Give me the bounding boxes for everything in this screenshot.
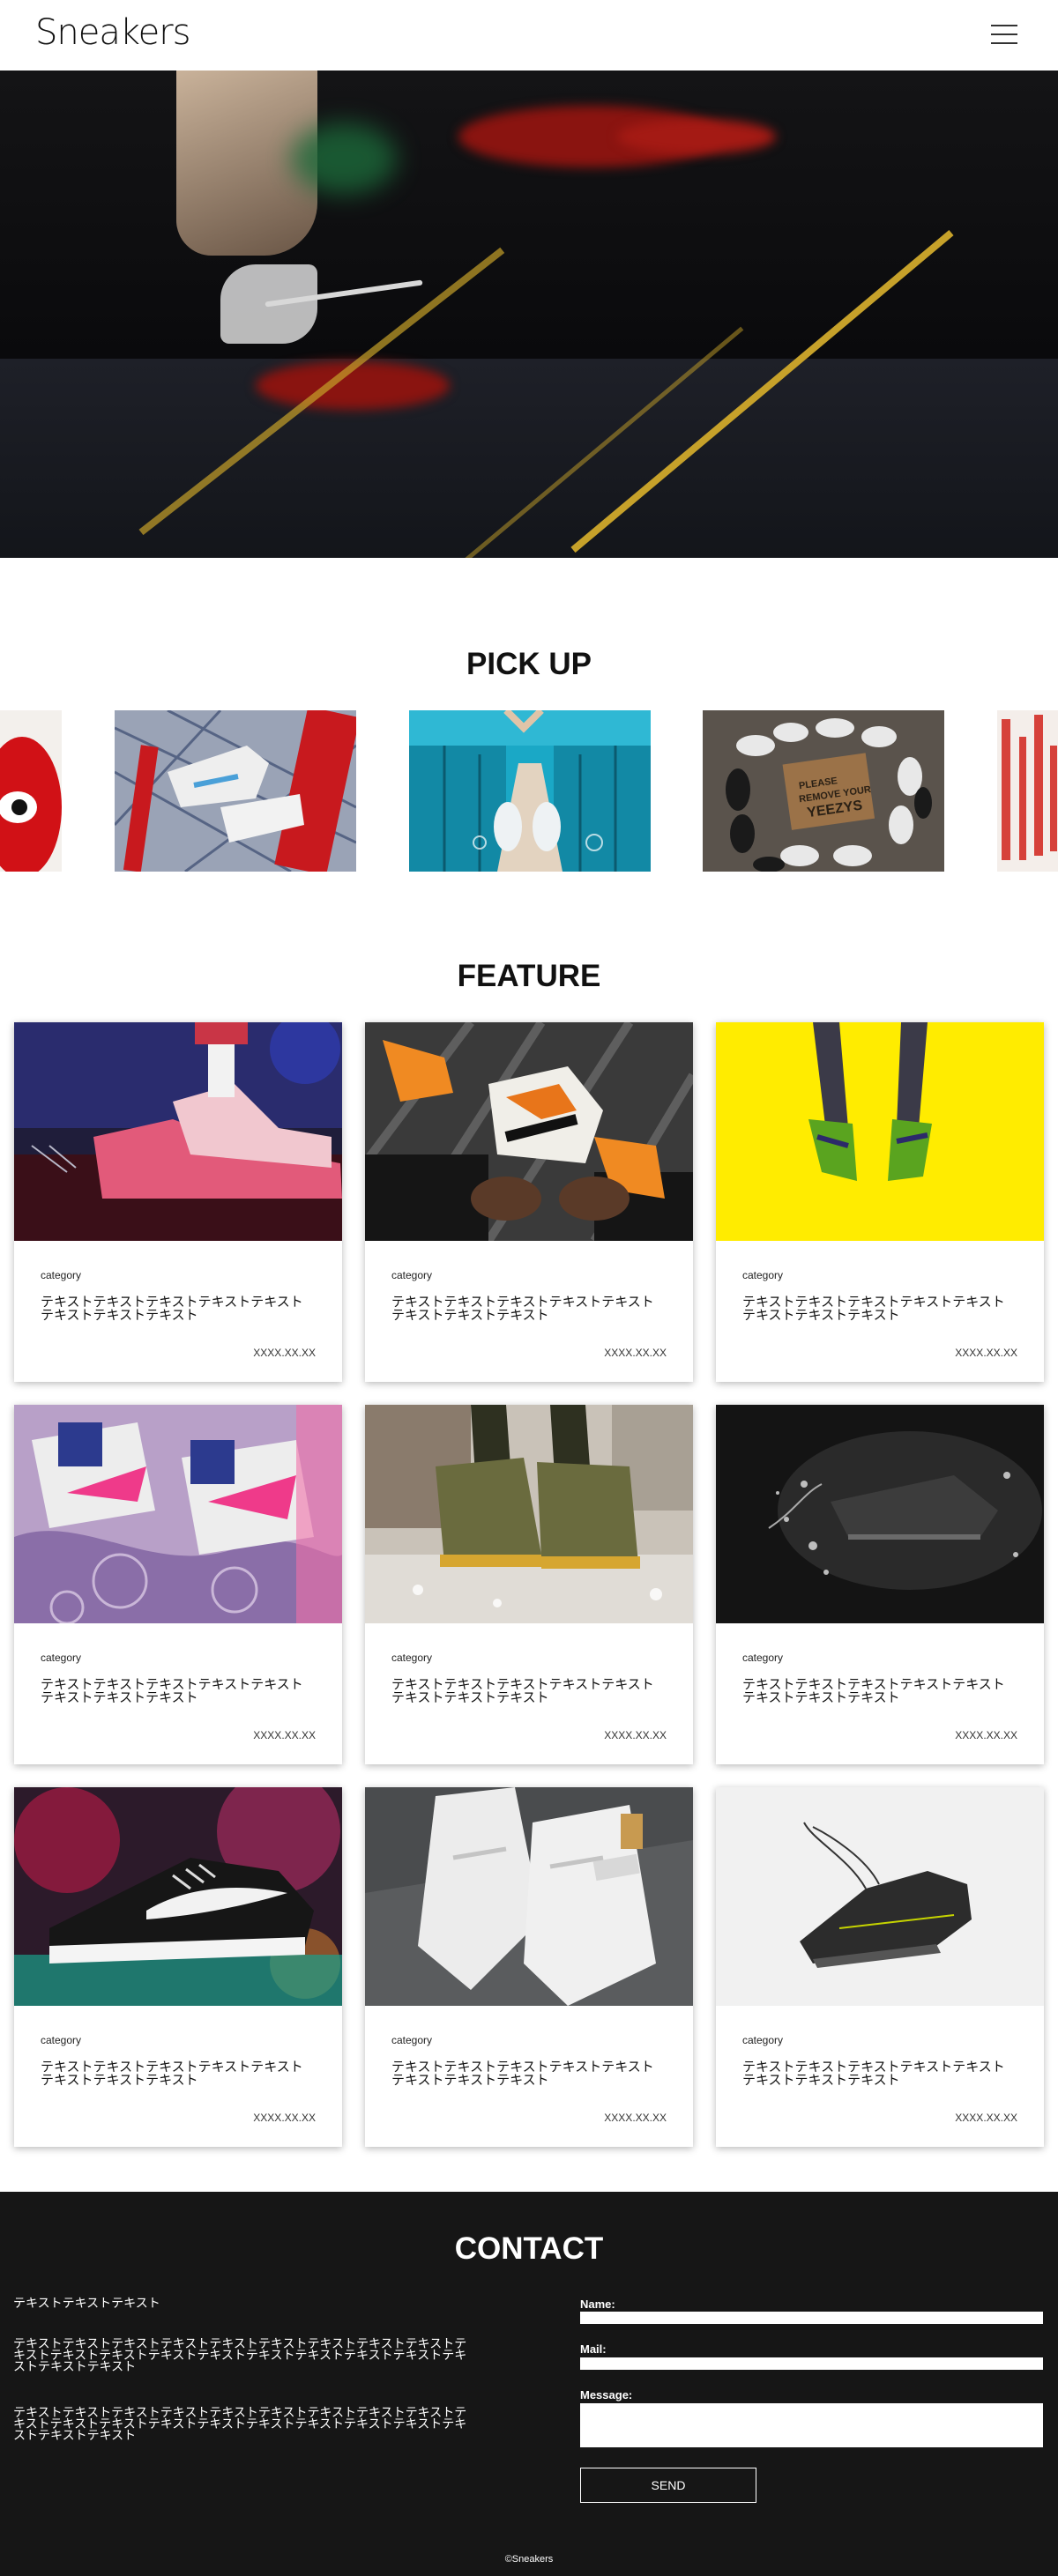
card-category: category	[41, 1269, 82, 1281]
feature-card-image[interactable]	[365, 1022, 693, 1241]
pickup-image-5[interactable]	[997, 710, 1058, 872]
name-field[interactable]	[580, 2312, 1043, 2324]
contact-section: CONTACT テキストテキストテキスト テキストテキストテキストテキストテキス…	[0, 2192, 1058, 2576]
card-date: XXXX.XX.XX	[955, 2112, 1017, 2124]
pickup-image-2[interactable]	[115, 710, 356, 872]
feature-card-image[interactable]	[716, 1787, 1044, 2006]
card-title[interactable]: テキストテキストテキストテキストテキストテキストテキストテキスト	[41, 1678, 314, 1704]
mail-field[interactable]	[580, 2357, 1043, 2370]
feature-card-image[interactable]	[716, 1405, 1044, 1623]
feature-card-image[interactable]	[716, 1022, 1044, 1241]
card-date: XXXX.XX.XX	[604, 1347, 667, 1359]
card-title[interactable]: テキストテキストテキストテキストテキストテキストテキストテキスト	[41, 1295, 314, 1322]
hamburger-menu-icon[interactable]	[989, 21, 1019, 48]
card-category: category	[41, 1652, 82, 1664]
card-title[interactable]: テキストテキストテキストテキストテキストテキストテキストテキスト	[391, 1678, 665, 1704]
card-date: XXXX.XX.XX	[955, 1347, 1017, 1359]
feature-card[interactable]: category テキストテキストテキストテキストテキストテキストテキストテキス…	[14, 1787, 342, 2147]
card-category: category	[391, 1269, 433, 1281]
feature-card[interactable]: category テキストテキストテキストテキストテキストテキストテキストテキス…	[14, 1022, 342, 1382]
card-category: category	[391, 2034, 433, 2046]
send-button[interactable]: SEND	[580, 2468, 756, 2503]
card-category: category	[742, 1652, 784, 1664]
card-title[interactable]: テキストテキストテキストテキストテキストテキストテキストテキスト	[742, 1295, 1016, 1322]
feature-card[interactable]: category テキストテキストテキストテキストテキストテキストテキストテキス…	[716, 1405, 1044, 1764]
feature-card[interactable]: category テキストテキストテキストテキストテキストテキストテキストテキス…	[365, 1405, 693, 1764]
feature-card[interactable]: category テキストテキストテキストテキストテキストテキストテキストテキス…	[716, 1022, 1044, 1382]
feature-card[interactable]: category テキストテキストテキストテキストテキストテキストテキストテキス…	[716, 1787, 1044, 2147]
name-label: Name:	[580, 2298, 615, 2311]
card-title[interactable]: テキストテキストテキストテキストテキストテキストテキストテキスト	[742, 2060, 1016, 2087]
contact-paragraph: テキストテキストテキストテキストテキストテキストテキストテキストテキストテキスト…	[13, 2405, 467, 2442]
feature-card[interactable]: category テキストテキストテキストテキストテキストテキストテキストテキス…	[365, 1022, 693, 1382]
card-date: XXXX.XX.XX	[253, 1729, 316, 1741]
feature-card-image[interactable]	[365, 1787, 693, 2006]
pickup-title: PICK UP	[466, 647, 592, 681]
card-category: category	[391, 1652, 433, 1664]
mail-label: Mail:	[580, 2342, 607, 2356]
card-date: XXXX.XX.XX	[253, 1347, 316, 1359]
card-category: category	[41, 2034, 82, 2046]
feature-card[interactable]: category テキストテキストテキストテキストテキストテキストテキストテキス…	[14, 1405, 342, 1764]
contact-title: CONTACT	[454, 2231, 604, 2266]
card-title[interactable]: テキストテキストテキストテキストテキストテキストテキストテキスト	[742, 1678, 1016, 1704]
card-title[interactable]: テキストテキストテキストテキストテキストテキストテキストテキスト	[391, 2060, 665, 2087]
pickup-image-1[interactable]	[0, 710, 62, 872]
feature-title: FEATURE	[457, 959, 601, 993]
pickup-image-3[interactable]	[409, 710, 651, 872]
pickup-image-4[interactable]: PLEASE REMOVE YOUR YEEZYS	[703, 710, 944, 872]
site-header: Sneakers	[0, 0, 1058, 71]
card-title[interactable]: テキストテキストテキストテキストテキストテキストテキストテキスト	[41, 2060, 314, 2087]
card-category: category	[742, 1269, 784, 1281]
card-date: XXXX.XX.XX	[604, 1729, 667, 1741]
feature-card-image[interactable]	[14, 1787, 342, 2006]
feature-card-image[interactable]	[14, 1022, 342, 1241]
contact-paragraph: テキストテキストテキストテキストテキストテキストテキストテキストテキストテキスト…	[13, 2336, 467, 2373]
feature-card-image[interactable]	[365, 1405, 693, 1623]
card-date: XXXX.XX.XX	[955, 1729, 1017, 1741]
card-category: category	[742, 2034, 784, 2046]
contact-intro: テキストテキストテキスト	[13, 2296, 160, 2310]
feature-card-image[interactable]	[14, 1405, 342, 1623]
site-logo[interactable]: Sneakers	[35, 12, 190, 53]
hero-image	[0, 71, 1058, 558]
card-date: XXXX.XX.XX	[253, 2112, 316, 2124]
feature-card[interactable]: category テキストテキストテキストテキストテキストテキストテキストテキス…	[365, 1787, 693, 2147]
card-date: XXXX.XX.XX	[604, 2112, 667, 2124]
copyright: ©Sneakers	[504, 2554, 554, 2565]
card-title[interactable]: テキストテキストテキストテキストテキストテキストテキストテキスト	[391, 1295, 665, 1322]
message-field[interactable]	[580, 2403, 1043, 2447]
message-label: Message:	[580, 2388, 633, 2402]
